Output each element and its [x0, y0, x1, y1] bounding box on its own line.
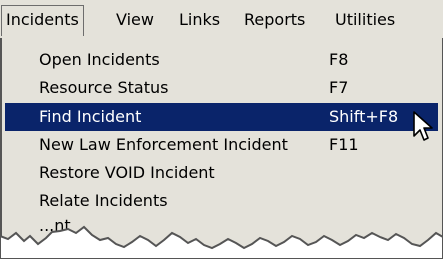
- screenshot-canvas: Incidents View Links Reports Utilities O…: [0, 0, 443, 259]
- mouse-pointer-icon: [413, 111, 433, 141]
- torn-edge-decoration: [0, 225, 443, 259]
